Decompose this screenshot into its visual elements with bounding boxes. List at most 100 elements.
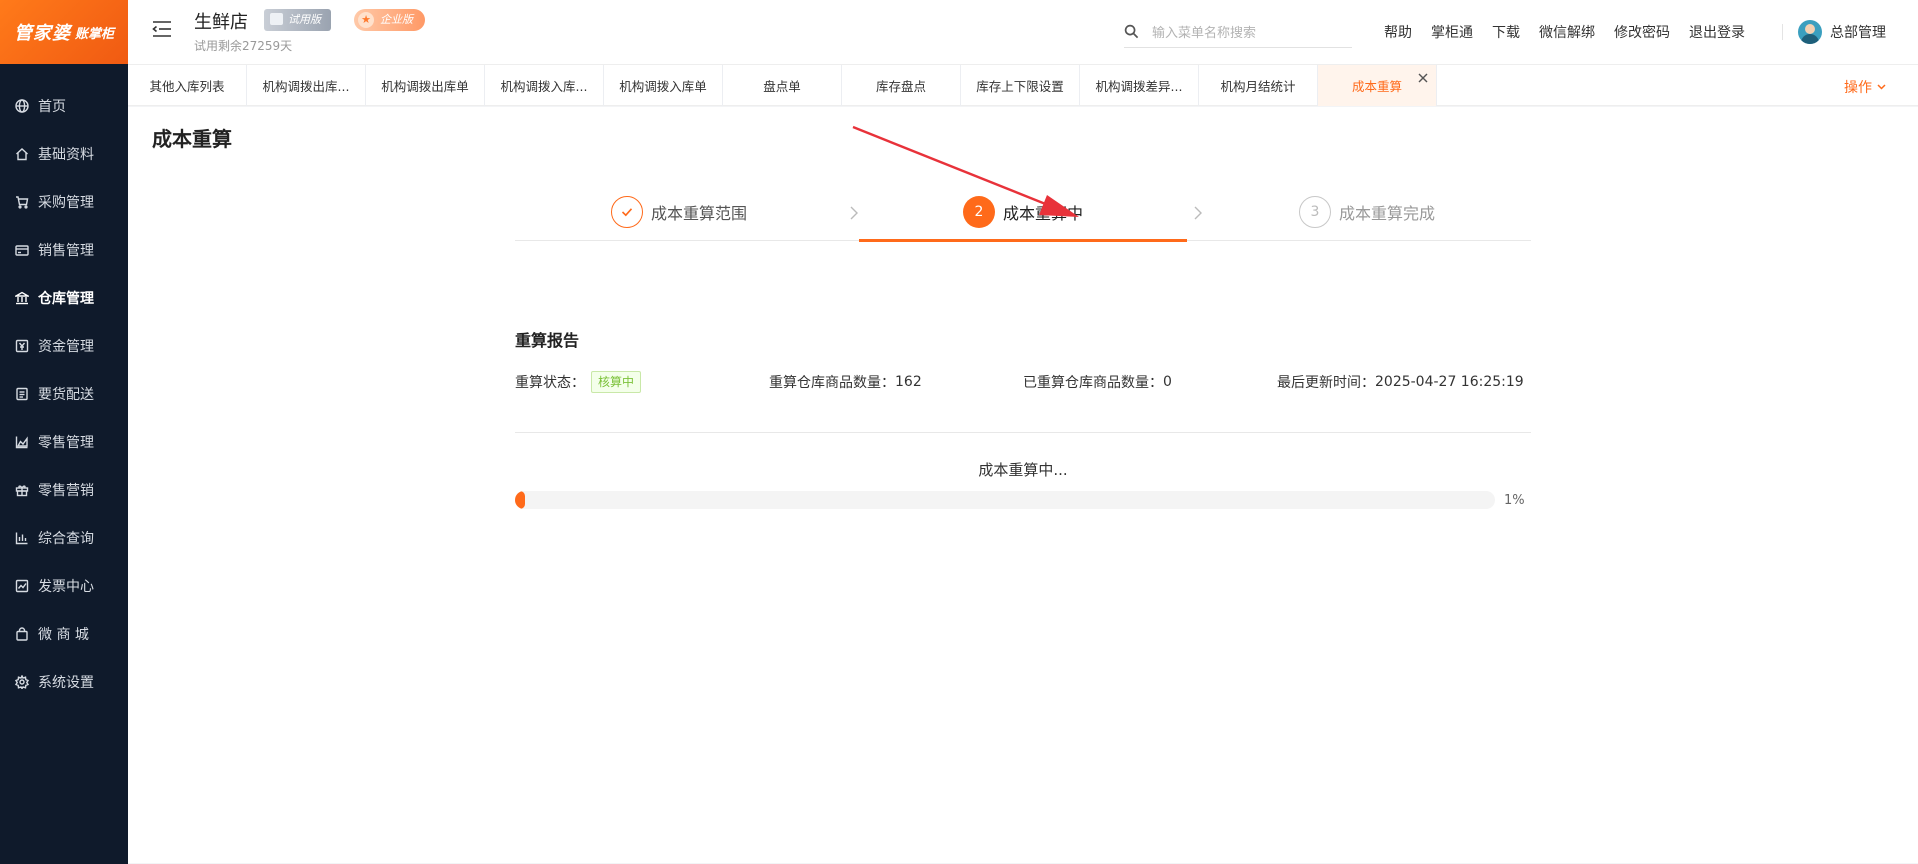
sidebar-item-label: 仓库管理: [38, 291, 94, 307]
sidebar-item-funds[interactable]: 资金管理: [0, 322, 128, 370]
avatar: [1798, 20, 1822, 44]
check-icon: [610, 196, 643, 228]
sidebar-item-label: 系统设置: [38, 675, 94, 691]
report-divider: [515, 432, 1531, 433]
sidebar-item-purchase[interactable]: 采购管理: [0, 178, 128, 226]
operations-label: 操作: [1844, 80, 1872, 96]
close-icon[interactable]: [1418, 71, 1430, 83]
tab-stock-limits[interactable]: 库存上下限设置: [961, 65, 1080, 106]
sidebar-item-label: 零售管理: [38, 435, 94, 451]
download-link[interactable]: 下载: [1492, 22, 1520, 42]
user-name: 总部管理: [1830, 25, 1886, 41]
tab-other-inbound-list[interactable]: 其他入库列表: [128, 65, 247, 106]
step-label: 成本重算范围: [650, 204, 747, 223]
step-number: 3: [1298, 196, 1331, 228]
sidebar-item-home[interactable]: 首页: [0, 82, 128, 130]
page-title: 成本重算: [152, 127, 232, 151]
globe-icon: [14, 98, 30, 114]
sidebar-item-label: 采购管理: [38, 195, 94, 211]
monitor-icon: [270, 13, 283, 25]
sidebar-item-label: 发票中心: [38, 579, 94, 595]
store-name: 生鲜店: [194, 12, 248, 33]
search-icon[interactable]: [1124, 24, 1140, 40]
area-chart-icon: [14, 434, 30, 450]
home-icon: [14, 146, 30, 162]
tab-cost-recalc[interactable]: 成本重算: [1318, 65, 1437, 106]
sidebar-item-label: 基础资料: [38, 147, 94, 163]
bank-icon: [14, 290, 30, 306]
sidebar-item-label: 微 商 城: [38, 627, 89, 643]
sidebar-item-sales[interactable]: 销售管理: [0, 226, 128, 274]
sidebar-item-marketing[interactable]: 零售营销: [0, 466, 128, 514]
sidebar-item-label: 销售管理: [38, 243, 94, 259]
done-label: 已重算仓库商品数量：: [1023, 375, 1163, 391]
sidebar-item-label: 资金管理: [38, 339, 94, 355]
tab-monthly-stats[interactable]: 机构月结统计: [1199, 65, 1318, 106]
step-range: 成本重算范围: [515, 183, 843, 241]
change-password-link[interactable]: 修改密码: [1614, 22, 1670, 42]
sidebar-item-settings[interactable]: 系统设置: [0, 658, 128, 706]
sidebar-item-label: 要货配送: [38, 387, 94, 403]
operations-dropdown[interactable]: 操作: [1844, 77, 1886, 97]
tab-transfer-out-list[interactable]: 机构调拨出库...: [247, 65, 366, 106]
tab-stocktake-order[interactable]: 盘点单: [723, 65, 842, 106]
sidebar-item-mall[interactable]: 微 商 城: [0, 610, 128, 658]
tab-transfer-diff[interactable]: 机构调拨差异...: [1080, 65, 1199, 106]
main-content: 成本重算 成本重算范围 2 成本重算中 3 成本重算完成 重算报告 重算状态： …: [128, 107, 1918, 863]
gift-icon: [14, 482, 30, 498]
sidebar-item-delivery[interactable]: 要货配送: [0, 370, 128, 418]
help-link[interactable]: 帮助: [1384, 22, 1412, 42]
updated-value: 2025-04-27 16:25:19: [1375, 374, 1524, 390]
status-label: 重算状态：: [515, 375, 585, 391]
header-divider: [1782, 24, 1783, 40]
updated-label: 最后更新时间：: [1277, 375, 1375, 391]
sidebar-item-retail[interactable]: 零售管理: [0, 418, 128, 466]
bar-chart-icon: [14, 530, 30, 546]
sidebar-item-label: 综合查询: [38, 531, 94, 547]
tab-transfer-out-order[interactable]: 机构调拨出库单: [366, 65, 485, 106]
tab-transfer-in-list[interactable]: 机构调拨入库...: [485, 65, 604, 106]
progress-bar: [515, 491, 1495, 509]
sidebar-item-invoice[interactable]: 发票中心: [0, 562, 128, 610]
sidebar-item-label: 首页: [38, 99, 66, 115]
annotation-arrow: [852, 125, 1079, 217]
enterprise-badge: ★ 企业版: [354, 9, 425, 31]
progress-status-text: 成本重算中...: [978, 461, 1068, 479]
wechat-unbind-link[interactable]: 微信解绑: [1539, 22, 1595, 42]
status-badge: 核算中: [591, 371, 642, 393]
total-value: 162: [895, 374, 922, 390]
card-icon: [14, 242, 30, 258]
tab-transfer-in-order[interactable]: 机构调拨入库单: [604, 65, 723, 106]
yen-icon: [14, 338, 30, 354]
progress-percent: 1%: [1504, 493, 1525, 508]
sidebar-item-basic-data[interactable]: 基础资料: [0, 130, 128, 178]
header-links: 帮助 掌柜通 下载 微信解绑 修改密码 退出登录: [1384, 22, 1764, 42]
trial-badge-label: 试用版: [288, 13, 321, 26]
zhanggui-tong-link[interactable]: 掌柜通: [1431, 22, 1473, 42]
collapse-menu-icon[interactable]: [152, 20, 172, 38]
chevron-right-icon: [1193, 205, 1203, 220]
trial-remaining: 试用剩余27259天: [194, 39, 293, 53]
search-input[interactable]: [1150, 20, 1350, 46]
brand-logo[interactable]: 管家婆 账掌柜: [0, 0, 128, 64]
report-done: 已重算仓库商品数量： 0: [1023, 370, 1172, 394]
report-status: 重算状态： 核算中: [515, 370, 642, 394]
tab-bar: 其他入库列表 机构调拨出库... 机构调拨出库单 机构调拨入库... 机构调拨入…: [128, 64, 1918, 106]
sidebar-item-query[interactable]: 综合查询: [0, 514, 128, 562]
gear-icon: [14, 674, 30, 690]
sidebar-item-label: 零售营销: [38, 483, 94, 499]
report-summary: 重算状态： 核算中 重算仓库商品数量： 162 已重算仓库商品数量： 0 最后更…: [515, 370, 1531, 394]
done-value: 0: [1163, 374, 1172, 390]
list-icon: [14, 386, 30, 402]
tab-inventory-count[interactable]: 库存盘点: [842, 65, 961, 106]
report-title: 重算报告: [515, 331, 580, 350]
report-updated: 最后更新时间： 2025-04-27 16:25:19: [1277, 370, 1524, 394]
report-total: 重算仓库商品数量： 162: [769, 370, 922, 394]
bag-icon: [14, 626, 30, 642]
cart-icon: [14, 194, 30, 210]
star-icon: ★: [358, 12, 374, 28]
sidebar-item-warehouse[interactable]: 仓库管理: [0, 274, 128, 322]
logout-link[interactable]: 退出登录: [1689, 22, 1745, 42]
user-menu[interactable]: 总部管理: [1798, 20, 1886, 44]
total-label: 重算仓库商品数量：: [769, 375, 895, 391]
